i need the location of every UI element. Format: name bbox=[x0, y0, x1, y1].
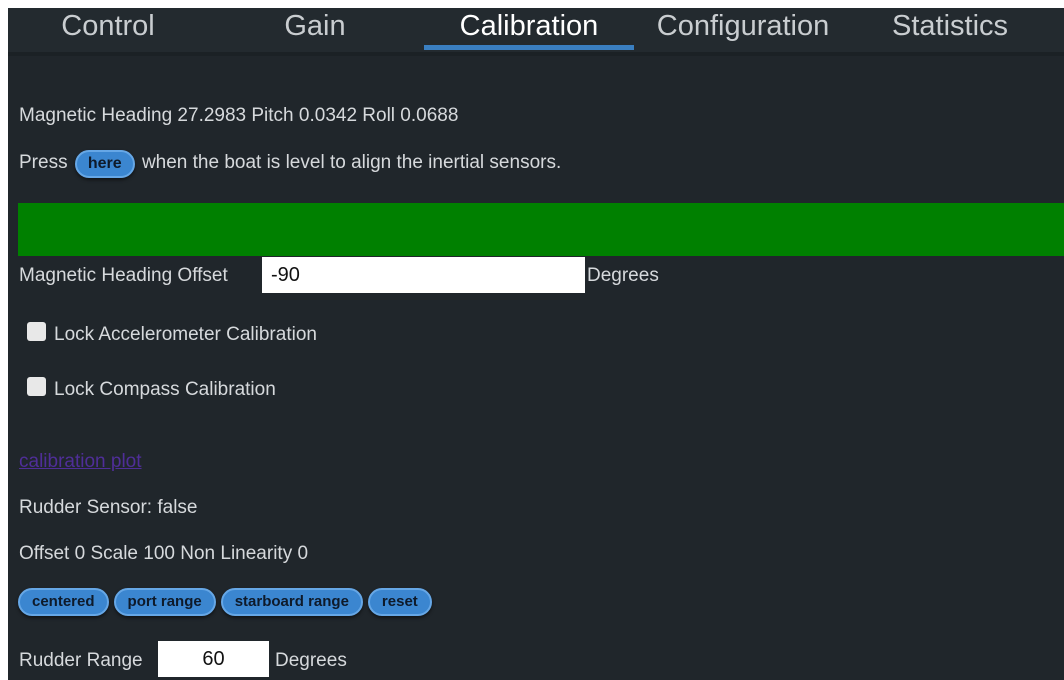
level-here-button[interactable]: here bbox=[74, 150, 135, 178]
tab-gain[interactable]: Gain bbox=[208, 8, 422, 52]
lock-compass-checkbox[interactable] bbox=[27, 377, 46, 396]
starboard-range-button[interactable]: starboard range bbox=[220, 588, 363, 616]
rudder-range-unit: Degrees bbox=[275, 650, 347, 671]
lock-accel-label: Lock Accelerometer Calibration bbox=[54, 324, 317, 345]
rudder-sensor-status: Rudder Sensor: false bbox=[19, 497, 198, 518]
window-left-border bbox=[0, 0, 8, 680]
tab-calibration[interactable]: Calibration bbox=[422, 8, 636, 52]
rudder-range-input[interactable] bbox=[158, 641, 269, 677]
level-suffix: when the boat is level to align the iner… bbox=[141, 152, 562, 173]
level-instruction: Press here when the boat is level to ali… bbox=[19, 150, 561, 178]
calibration-plot-link[interactable]: calibration plot bbox=[19, 451, 142, 473]
reset-button[interactable]: reset bbox=[367, 588, 432, 616]
tab-configuration[interactable]: Configuration bbox=[636, 8, 850, 52]
port-range-button[interactable]: port range bbox=[113, 588, 216, 616]
tab-statistics[interactable]: Statistics bbox=[850, 8, 1050, 52]
lock-accel-checkbox[interactable] bbox=[27, 322, 46, 341]
calibration-status-bar bbox=[18, 203, 1064, 256]
heading-offset-input[interactable] bbox=[262, 257, 585, 293]
tab-control[interactable]: Control bbox=[8, 8, 208, 52]
rudder-button-row: centered port range starboard range rese… bbox=[18, 588, 432, 616]
lock-compass-label: Lock Compass Calibration bbox=[54, 379, 276, 400]
level-prefix: Press bbox=[19, 152, 68, 173]
heading-offset-unit: Degrees bbox=[587, 265, 659, 286]
rudder-range-label: Rudder Range bbox=[19, 650, 143, 671]
tab-divider bbox=[8, 52, 1064, 56]
centered-button[interactable]: centered bbox=[18, 588, 109, 616]
heading-offset-label: Magnetic Heading Offset bbox=[19, 265, 228, 286]
rudder-calibration-values: Offset 0 Scale 100 Non Linearity 0 bbox=[19, 543, 309, 564]
heading-pitch-roll-readout: Magnetic Heading 27.2983 Pitch 0.0342 Ro… bbox=[19, 105, 459, 126]
calibration-page: Control Gain Calibration Configuration S… bbox=[0, 0, 1064, 680]
window-top-border bbox=[0, 0, 1064, 8]
tab-bar: Control Gain Calibration Configuration S… bbox=[8, 8, 1064, 52]
